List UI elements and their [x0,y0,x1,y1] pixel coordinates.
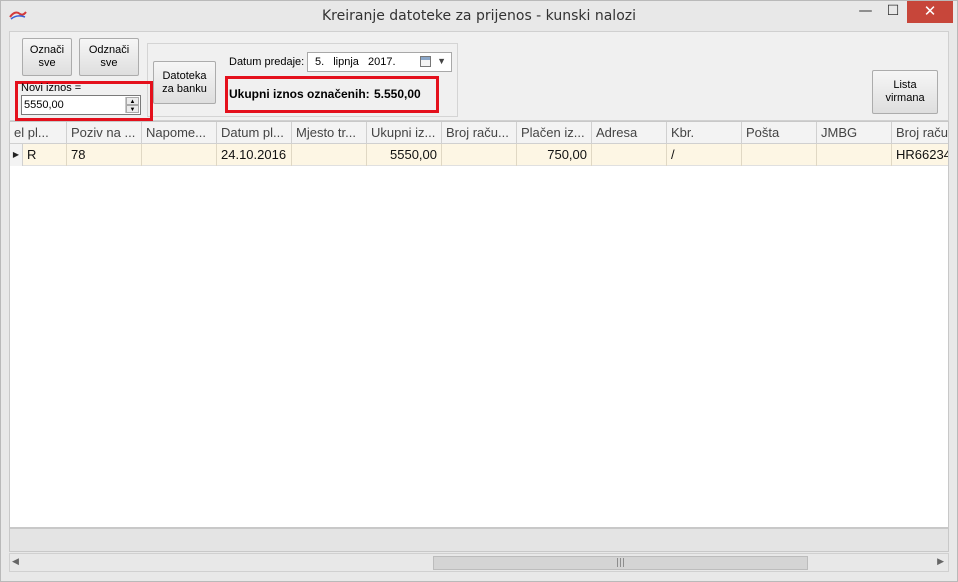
submission-date-picker[interactable]: 5. lipnja 2017. ▼ [307,52,452,72]
table-cell[interactable] [592,144,667,166]
column-header[interactable]: Pošta [742,122,817,144]
table-cell[interactable] [442,144,517,166]
minimize-button[interactable]: — [852,1,879,23]
current-row-arrow-icon: ▶ [10,144,23,166]
table-row[interactable]: ▶ R 78 24.10.2016 5550,00 750,00 / HR662… [10,144,948,166]
table-cell[interactable] [142,144,217,166]
chevron-down-icon[interactable]: ▼ [437,56,446,66]
total-selected-value: 5.550,00 [374,87,421,101]
submission-date-value: 5. lipnja 2017. [315,56,396,68]
stepper-up-icon[interactable]: ▲ [126,97,139,105]
total-selected-label: Ukupni iznos označenih: [229,87,370,101]
table-cell[interactable]: 78 [67,144,142,166]
column-header[interactable]: Kbr. [667,122,742,144]
table-cell[interactable]: 750,00 [517,144,592,166]
maximize-button[interactable]: ☐ [879,1,907,23]
grid-footer [9,528,949,552]
column-header[interactable]: Ukupni iz... [367,122,442,144]
column-header[interactable]: Broj raču... [442,122,517,144]
submission-date-label: Datum predaje: [229,56,305,68]
new-amount-stepper[interactable]: 5550,00 ▲ ▼ [21,95,141,115]
table-cell[interactable] [292,144,367,166]
payment-orders-grid[interactable]: el pl... Poziv na ... Napome... Datum pl… [9,121,949,528]
calendar-icon[interactable] [420,56,431,67]
column-header[interactable]: JMBG [817,122,892,144]
new-amount-label: Novi iznos = [21,82,82,94]
horizontal-scrollbar[interactable]: ◀ ||| ▶ [9,553,949,572]
app-window: Kreiranje datoteke za prijenos - kunski … [0,0,958,582]
table-cell[interactable] [742,144,817,166]
toolbar-panel: Označi sve Odznači sve Datoteka za banku… [9,31,949,121]
column-header[interactable]: Napome... [142,122,217,144]
table-cell[interactable] [817,144,892,166]
scroll-right-icon[interactable]: ▶ [937,557,944,567]
scrollbar-thumb[interactable]: ||| [433,556,808,570]
deselect-all-button[interactable]: Odznači sve [79,38,139,76]
scroll-left-icon[interactable]: ◀ [12,557,19,567]
table-cell[interactable]: HR66234 [892,144,948,166]
column-header[interactable]: Poziv na ... [67,122,142,144]
stepper-down-icon[interactable]: ▼ [126,105,139,113]
select-all-button[interactable]: Označi sve [22,38,72,76]
table-cell[interactable]: R [23,144,67,166]
bank-file-button[interactable]: Datoteka za banku [153,61,216,104]
grid-header: el pl... Poziv na ... Napome... Datum pl… [10,122,948,144]
close-button[interactable]: ✕ [907,1,953,23]
table-cell[interactable]: 24.10.2016 [217,144,292,166]
new-amount-value[interactable]: 5550,00 [24,99,64,111]
column-header[interactable]: Broj raču [892,122,948,144]
table-cell[interactable]: / [667,144,742,166]
column-header[interactable]: el pl... [10,122,67,144]
column-header[interactable]: Plačen iz... [517,122,592,144]
column-header[interactable]: Adresa [592,122,667,144]
transfer-list-button[interactable]: Lista virmana [872,70,938,114]
stepper-buttons: ▲ ▼ [125,97,139,113]
window-title: Kreiranje datoteke za prijenos - kunski … [322,8,636,24]
table-cell[interactable]: 5550,00 [367,144,442,166]
title-bar[interactable]: Kreiranje datoteke za prijenos - kunski … [1,1,957,31]
column-header[interactable]: Mjesto tr... [292,122,367,144]
column-header[interactable]: Datum pl... [217,122,292,144]
